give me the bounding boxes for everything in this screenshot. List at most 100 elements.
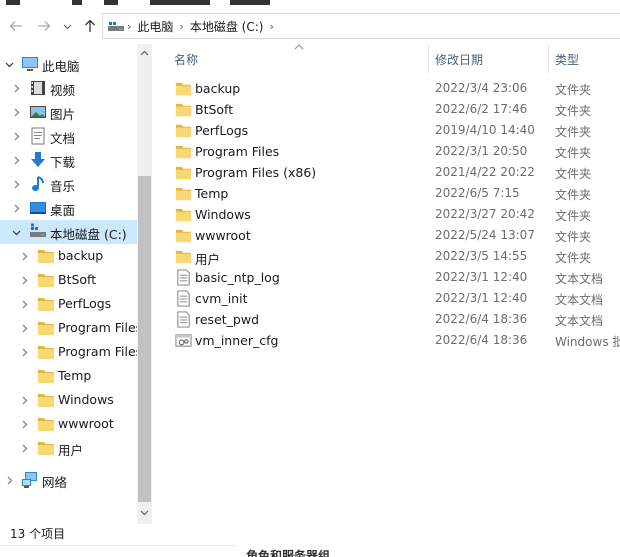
folder-icon <box>38 394 54 407</box>
file-type: 文件夹 <box>555 230 592 244</box>
recent-locations-button[interactable] <box>60 14 74 38</box>
chevron-right-icon[interactable] <box>19 412 29 436</box>
file-name: backup <box>195 81 241 96</box>
batch-file-icon <box>175 334 192 347</box>
file-row-wwwroot[interactable]: wwwroot 2022/5/24 13:07 文件夹 <box>152 225 620 246</box>
breadcrumb-this-pc[interactable]: 此电脑 <box>133 18 177 35</box>
tree-item-users[interactable]: 用户 <box>0 436 137 460</box>
tree-item-wwwroot[interactable]: wwwroot <box>0 412 137 436</box>
file-type: 文件夹 <box>555 104 592 118</box>
file-row-program-files[interactable]: Program Files 2022/3/1 20:50 文件夹 <box>152 141 620 162</box>
tree-item-temp[interactable]: Temp <box>0 364 137 388</box>
back-button[interactable] <box>6 14 26 38</box>
chevron-right-icon[interactable] <box>11 124 21 148</box>
scroll-down-icon[interactable] <box>137 506 152 520</box>
file-row-btsoft[interactable]: BtSoft 2022/6/2 17:46 文件夹 <box>152 99 620 120</box>
file-name: wwwroot <box>195 228 251 243</box>
forward-button[interactable] <box>34 14 54 38</box>
file-row-basic-ntp-log[interactable]: basic_ntp_log 2022/3/1 12:40 文本文档 <box>152 267 620 288</box>
chevron-right-icon[interactable] <box>11 76 21 100</box>
tree-item-program-files[interactable]: Program Files <box>0 316 137 340</box>
tree-item-desktop[interactable]: 桌面 <box>0 196 137 220</box>
breadcrumb-separator-icon[interactable]: › <box>267 20 275 33</box>
breadcrumb-separator-icon[interactable]: › <box>177 20 185 33</box>
file-row-temp[interactable]: Temp 2022/6/5 7:15 文件夹 <box>152 183 620 204</box>
chevron-right-icon[interactable] <box>19 316 29 340</box>
this-pc-icon <box>22 57 38 71</box>
tree-item-local-disk[interactable]: 本地磁盘 (C:) <box>0 220 137 244</box>
file-row-perflogs[interactable]: PerfLogs 2019/4/10 14:40 文件夹 <box>152 120 620 141</box>
desktop-folder-icon <box>30 202 46 214</box>
chevron-right-icon[interactable] <box>11 100 21 124</box>
chevron-right-icon[interactable] <box>19 340 29 364</box>
column-header-type[interactable]: 类型 <box>555 44 620 74</box>
chevron-right-icon[interactable] <box>11 148 21 172</box>
file-name: vm_inner_cfg <box>195 333 279 348</box>
music-folder-icon <box>32 176 44 191</box>
tree-item-btsoft[interactable]: BtSoft <box>0 268 137 292</box>
folder-icon <box>175 124 192 138</box>
file-row-cvm-init[interactable]: cvm_init 2022/3/1 12:40 文本文档 <box>152 288 620 309</box>
up-button[interactable] <box>80 14 100 38</box>
background-window-bottom: 角色和服务器组 <box>0 545 620 557</box>
text-file-icon <box>177 290 190 307</box>
file-type: 文件夹 <box>555 188 592 202</box>
file-row-users[interactable]: 用户 2022/3/5 14:55 文件夹 <box>152 246 620 267</box>
chevron-right-icon[interactable] <box>19 292 29 316</box>
column-divider[interactable] <box>548 44 549 74</box>
file-row-program-files-x86[interactable]: Program Files (x86) 2021/4/22 20:22 文件夹 <box>152 162 620 183</box>
file-type: 文本文档 <box>555 272 604 286</box>
file-date: 2022/6/2 17:46 <box>435 102 528 116</box>
tree-item-this-pc[interactable]: 此电脑 <box>0 52 137 76</box>
local-disk-icon <box>30 223 46 237</box>
folder-icon <box>175 250 192 264</box>
chevron-right-icon[interactable] <box>19 388 29 412</box>
tree-item-backup[interactable]: backup <box>0 244 137 268</box>
folder-icon <box>175 187 192 201</box>
file-row-backup[interactable]: backup 2022/3/4 23:06 文件夹 <box>152 78 620 99</box>
breadcrumb-local-disk[interactable]: 本地磁盘 (C:) <box>186 18 268 35</box>
scroll-up-icon[interactable] <box>137 46 152 60</box>
file-row-vm-inner-cfg[interactable]: vm_inner_cfg 2022/6/4 18:36 Windows 批 <box>152 330 620 351</box>
tree-item-network[interactable]: 网络 <box>0 468 137 492</box>
tree-item-music[interactable]: 音乐 <box>0 172 137 196</box>
tree-item-program-files-x86[interactable]: Program Files <box>0 340 137 364</box>
file-date: 2022/3/4 23:06 <box>435 81 528 95</box>
folder-icon <box>38 274 54 287</box>
file-name: Temp <box>195 186 229 201</box>
file-row-reset-pwd[interactable]: reset_pwd 2022/6/4 18:36 文本文档 <box>152 309 620 330</box>
file-date: 2021/4/22 20:22 <box>435 165 535 179</box>
text-file-icon <box>177 311 190 328</box>
file-type: 文件夹 <box>555 146 592 160</box>
navigation-scroll-thumb[interactable] <box>138 176 151 502</box>
documents-folder-icon <box>31 127 45 145</box>
video-folder-icon <box>31 81 45 95</box>
tree-item-windows[interactable]: Windows <box>0 388 137 412</box>
chevron-right-icon[interactable] <box>19 268 29 292</box>
chevron-right-icon[interactable] <box>11 172 21 196</box>
tree-item-pictures[interactable]: 图片 <box>0 100 137 124</box>
chevron-right-icon[interactable] <box>19 436 29 460</box>
chevron-down-icon[interactable] <box>4 52 14 76</box>
chevron-right-icon[interactable] <box>11 196 21 220</box>
chevron-right-icon[interactable] <box>19 244 29 268</box>
file-date: 2022/3/1 12:40 <box>435 270 528 284</box>
tree-item-perflogs[interactable]: PerfLogs <box>0 292 137 316</box>
file-name: cvm_init <box>195 291 248 306</box>
chevron-down-icon[interactable] <box>11 220 21 244</box>
tree-item-documents[interactable]: 文档 <box>0 124 137 148</box>
column-header-modified[interactable]: 修改日期 <box>435 44 545 74</box>
column-header-name[interactable]: 名称 <box>174 44 424 74</box>
tree-item-videos[interactable]: 视频 <box>0 76 137 100</box>
file-date: 2022/5/24 13:07 <box>435 228 535 242</box>
file-name: PerfLogs <box>195 123 249 138</box>
chevron-right-icon[interactable] <box>4 468 14 492</box>
file-date: 2022/3/1 12:40 <box>435 291 528 305</box>
file-name: Program Files (x86) <box>195 165 317 180</box>
breadcrumb-separator-icon[interactable]: › <box>125 20 133 33</box>
tree-item-downloads[interactable]: 下载 <box>0 148 137 172</box>
address-bar[interactable]: › 此电脑 › 本地磁盘 (C:) › <box>102 13 620 39</box>
file-row-windows[interactable]: Windows 2022/3/27 20:42 文件夹 <box>152 204 620 225</box>
column-divider[interactable] <box>428 44 429 74</box>
file-type: 文本文档 <box>555 293 604 307</box>
